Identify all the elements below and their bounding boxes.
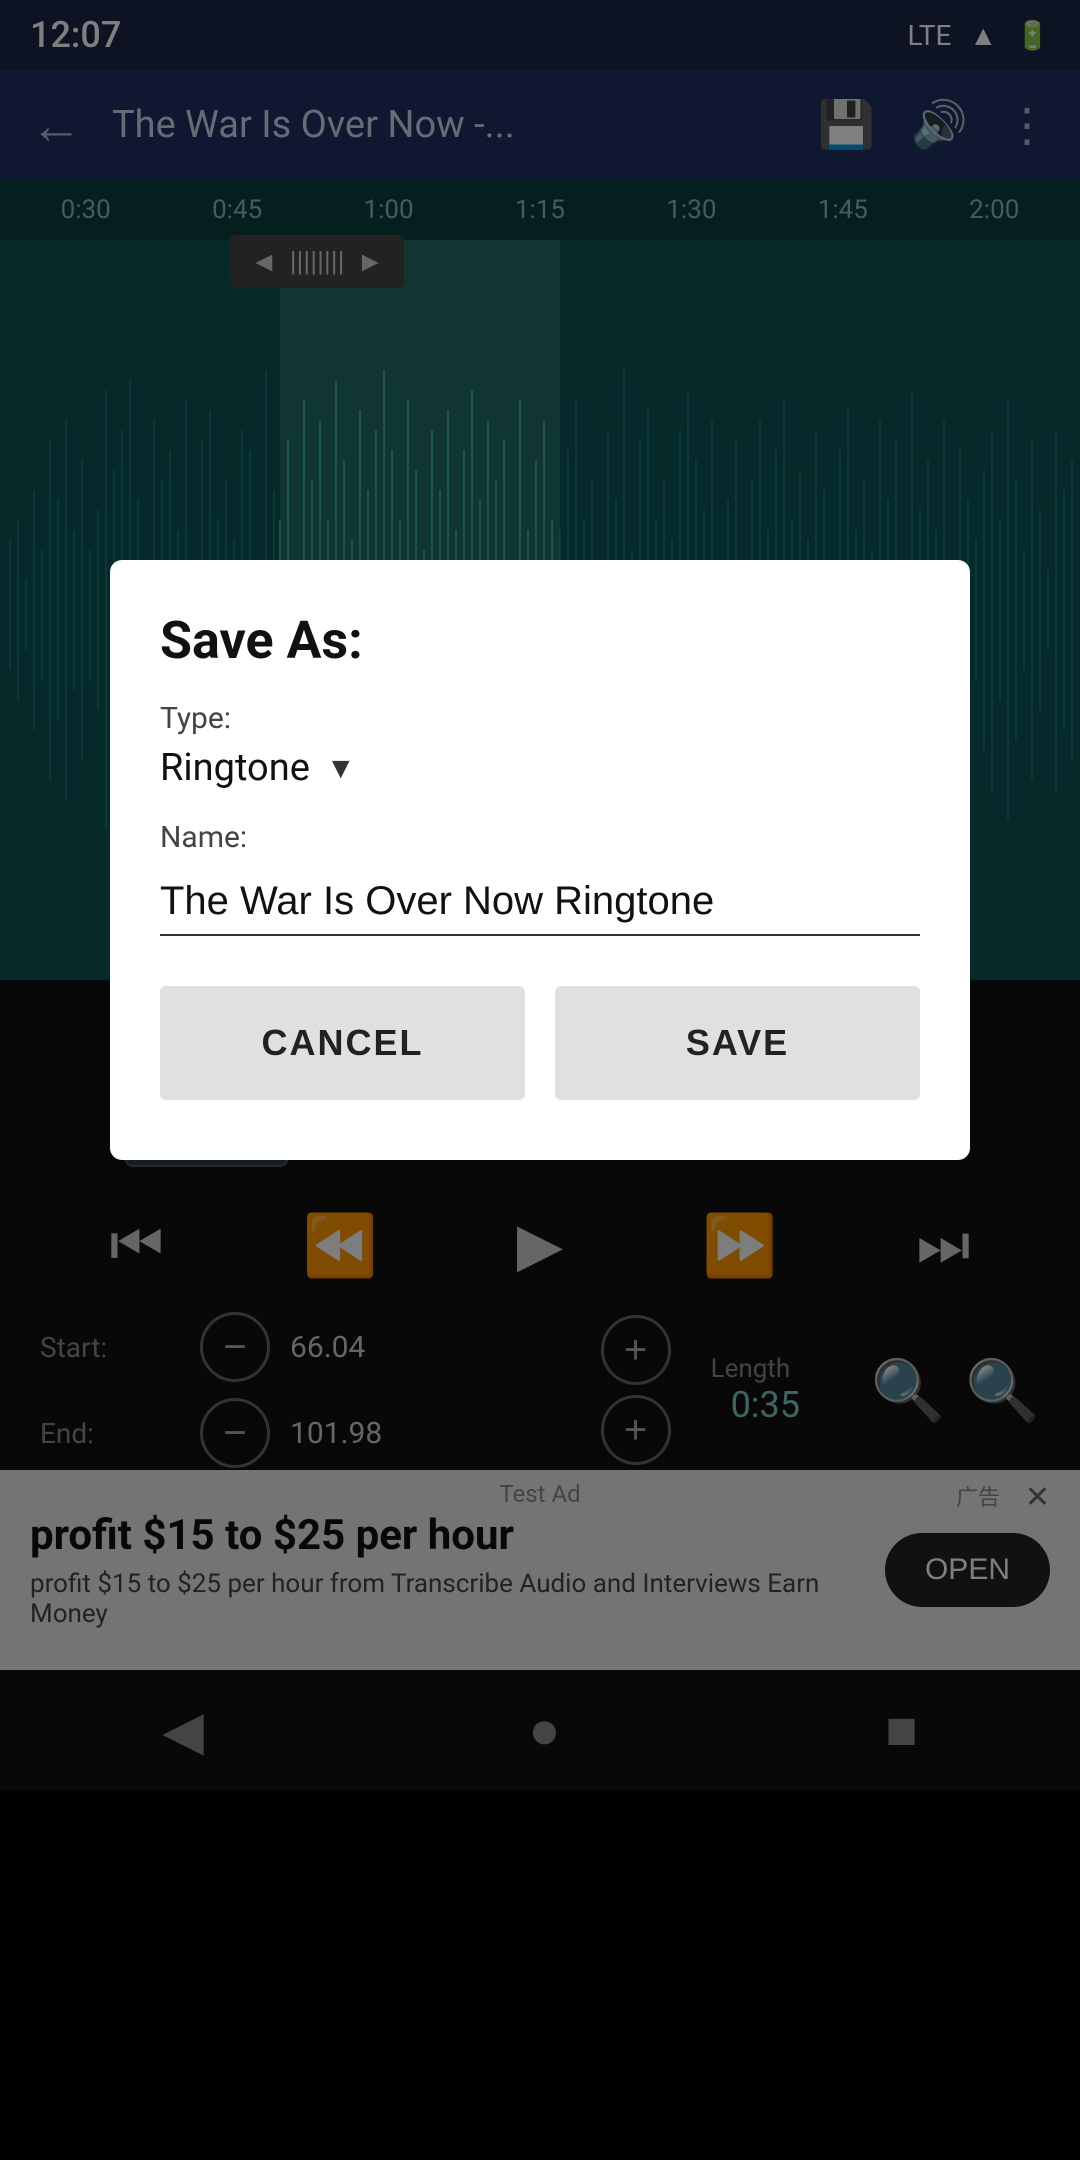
modal-buttons: CANCEL SAVE	[160, 986, 920, 1100]
modal-overlay: Save As: Type: Ringtone ▼ Name: CANCEL S…	[0, 0, 1080, 2160]
cancel-button[interactable]: CANCEL	[160, 986, 525, 1100]
save-button[interactable]: SAVE	[555, 986, 920, 1100]
name-input[interactable]	[160, 869, 920, 936]
type-dropdown[interactable]: Ringtone ▼	[160, 746, 920, 790]
modal-type-label: Type:	[160, 701, 920, 736]
save-as-dialog: Save As: Type: Ringtone ▼ Name: CANCEL S…	[110, 560, 970, 1160]
dropdown-arrow-icon: ▼	[326, 751, 356, 786]
type-dropdown-value: Ringtone	[160, 746, 310, 790]
modal-name-label: Name:	[160, 820, 920, 855]
modal-title: Save As:	[160, 610, 920, 671]
